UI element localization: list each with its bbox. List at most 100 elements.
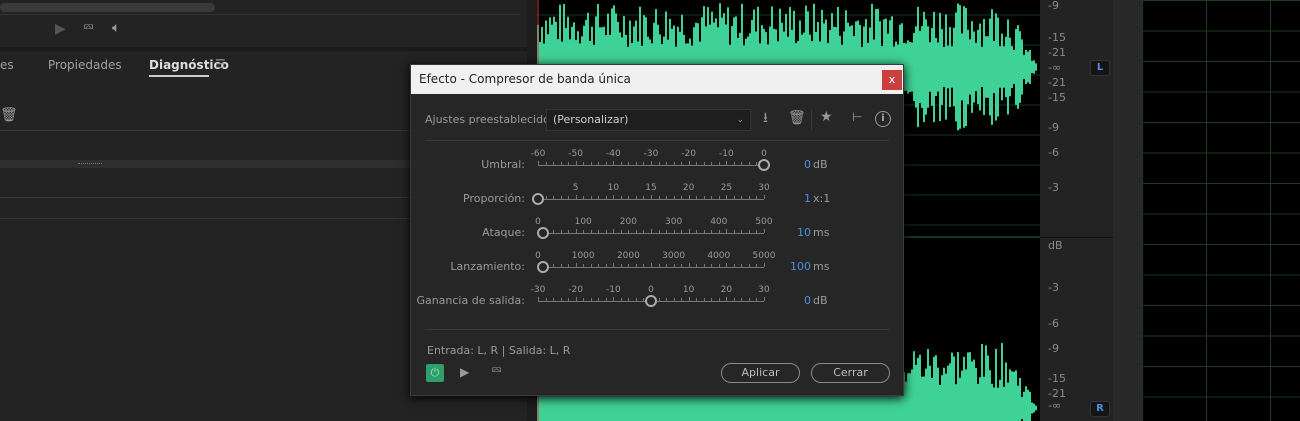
tick-label: 100 xyxy=(574,217,592,227)
close-dialog-button[interactable]: x xyxy=(882,70,902,90)
channel-left-button[interactable]: L xyxy=(1090,60,1110,76)
slider-tick xyxy=(703,162,705,165)
waveform-bar xyxy=(927,26,929,108)
slider-tick xyxy=(560,230,562,233)
power-toggle[interactable]: ⏻ xyxy=(426,364,444,382)
tab-diagnostico[interactable]: Diagnóstico xyxy=(149,58,229,77)
slider-tick xyxy=(613,161,615,165)
slider-tick xyxy=(681,230,683,233)
waveform-bar xyxy=(1007,19,1009,115)
tab-propiedades[interactable]: Propiedades xyxy=(48,58,122,72)
favorite-star-icon[interactable]: ★ xyxy=(820,109,833,125)
waveform-bar xyxy=(987,36,989,98)
slider-tick xyxy=(575,195,577,199)
value-number[interactable]: 100 xyxy=(781,260,811,273)
value-number[interactable]: 0 xyxy=(781,158,811,171)
divider xyxy=(0,197,410,198)
slider-tick xyxy=(673,196,675,199)
splitter-handle[interactable] xyxy=(0,160,410,168)
tick-label: 4000 xyxy=(707,251,731,261)
waveform-bar xyxy=(1029,50,1031,84)
slider-tick xyxy=(628,162,630,165)
play-icon[interactable]: ▶ xyxy=(55,21,66,37)
waveform-bar xyxy=(989,370,991,421)
waveform-bar xyxy=(921,26,923,108)
slider-tick xyxy=(764,195,765,199)
slider-tick xyxy=(733,162,735,165)
tick-label: 200 xyxy=(619,217,637,227)
slider-tick xyxy=(658,162,660,165)
play-icon[interactable]: ▶ xyxy=(460,364,469,380)
param-slider[interactable]: 5 10 15 20 25 30 xyxy=(532,183,770,207)
loop-icon[interactable]: ⮹ xyxy=(83,20,94,36)
waveform-bar xyxy=(959,377,961,421)
waveform-bar xyxy=(927,349,929,421)
slider-tick xyxy=(696,298,698,301)
ruler-label: -6 xyxy=(1048,146,1059,159)
tick-label: 10 xyxy=(682,285,695,295)
speaker-icon[interactable]: 🔈︎ xyxy=(112,20,120,36)
slider-tick xyxy=(726,195,728,199)
slider-track xyxy=(538,233,764,234)
tab-partial[interactable]: es xyxy=(0,58,14,72)
slider-knob[interactable] xyxy=(645,295,657,307)
slider-knob[interactable] xyxy=(758,159,770,171)
slider-knob[interactable] xyxy=(536,227,549,239)
slider-tick xyxy=(658,264,660,267)
presets-dropdown[interactable]: (Personalizar) ⌄ xyxy=(546,109,751,131)
slider-tick xyxy=(628,230,630,233)
waveform-bar xyxy=(981,46,983,88)
param-slider[interactable]: -60 -50 -40 -30 -20 -10 0 xyxy=(531,149,770,173)
save-preset-icon[interactable]: ⭳ xyxy=(763,110,768,126)
slider-knob[interactable] xyxy=(532,193,544,205)
param-value[interactable]: 10 ms xyxy=(781,226,851,239)
param-label: Umbral: xyxy=(481,158,525,171)
param-value[interactable]: 1 x:1 xyxy=(781,192,851,205)
waveform-bar xyxy=(933,356,935,421)
slider-tick xyxy=(620,162,622,165)
waveform-bar xyxy=(983,19,985,115)
param-value[interactable]: 0 dB xyxy=(781,294,851,307)
waveform-bar xyxy=(921,376,923,421)
apply-button[interactable]: Aplicar xyxy=(721,363,800,383)
waveform-bar xyxy=(939,385,941,421)
param-value[interactable]: 100 ms xyxy=(781,260,851,273)
waveform-bar xyxy=(959,5,961,129)
value-number[interactable]: 1 xyxy=(781,192,811,205)
waveform-bar xyxy=(907,40,909,94)
loop-icon[interactable]: ⮹ xyxy=(491,363,502,379)
ruler-label: -9 xyxy=(1048,0,1059,12)
slider-tick xyxy=(658,298,660,301)
slider-tick xyxy=(718,162,720,165)
preset-value: (Personalizar) xyxy=(553,113,629,126)
slider-tick xyxy=(643,162,645,165)
waveform-bar xyxy=(1025,49,1027,85)
value-number[interactable]: 10 xyxy=(781,226,811,239)
slider-tick xyxy=(651,195,652,199)
param-slider[interactable]: 0 1000 2000 3000 4000 5000 xyxy=(535,251,775,275)
channel-right-button[interactable]: R xyxy=(1090,401,1110,417)
tick-label: -30 xyxy=(530,285,546,295)
close-button[interactable]: Cerrar xyxy=(811,363,890,383)
trash-icon[interactable]: 🗑︎ xyxy=(788,110,806,126)
horizontal-scrollbar[interactable] xyxy=(0,3,215,12)
param-slider[interactable]: 0 100 200 300 400 500 xyxy=(535,217,773,241)
slider-knob[interactable] xyxy=(536,261,549,273)
waveform-bar xyxy=(943,47,945,87)
slider-tick xyxy=(553,230,555,233)
waveform-bar xyxy=(967,352,969,421)
waveform-bar xyxy=(953,27,955,107)
slider-tick xyxy=(764,229,765,233)
param-slider[interactable]: -30 -20 -10 0 10 20 30 xyxy=(531,285,770,309)
info-icon[interactable]: i xyxy=(875,111,891,127)
slider-tick xyxy=(681,196,683,199)
panel-menu-icon[interactable]: ☰ xyxy=(215,56,226,72)
trash-icon[interactable]: 🗑︎ xyxy=(0,107,18,123)
tick-label: 0 xyxy=(648,285,654,295)
value-number[interactable]: 0 xyxy=(781,294,811,307)
slider-tick xyxy=(726,229,728,233)
panel-divider xyxy=(1113,0,1142,421)
slider-tick xyxy=(605,298,607,301)
param-value[interactable]: 0 dB xyxy=(781,158,851,171)
routing-icon[interactable]: ⊢ xyxy=(852,109,862,125)
